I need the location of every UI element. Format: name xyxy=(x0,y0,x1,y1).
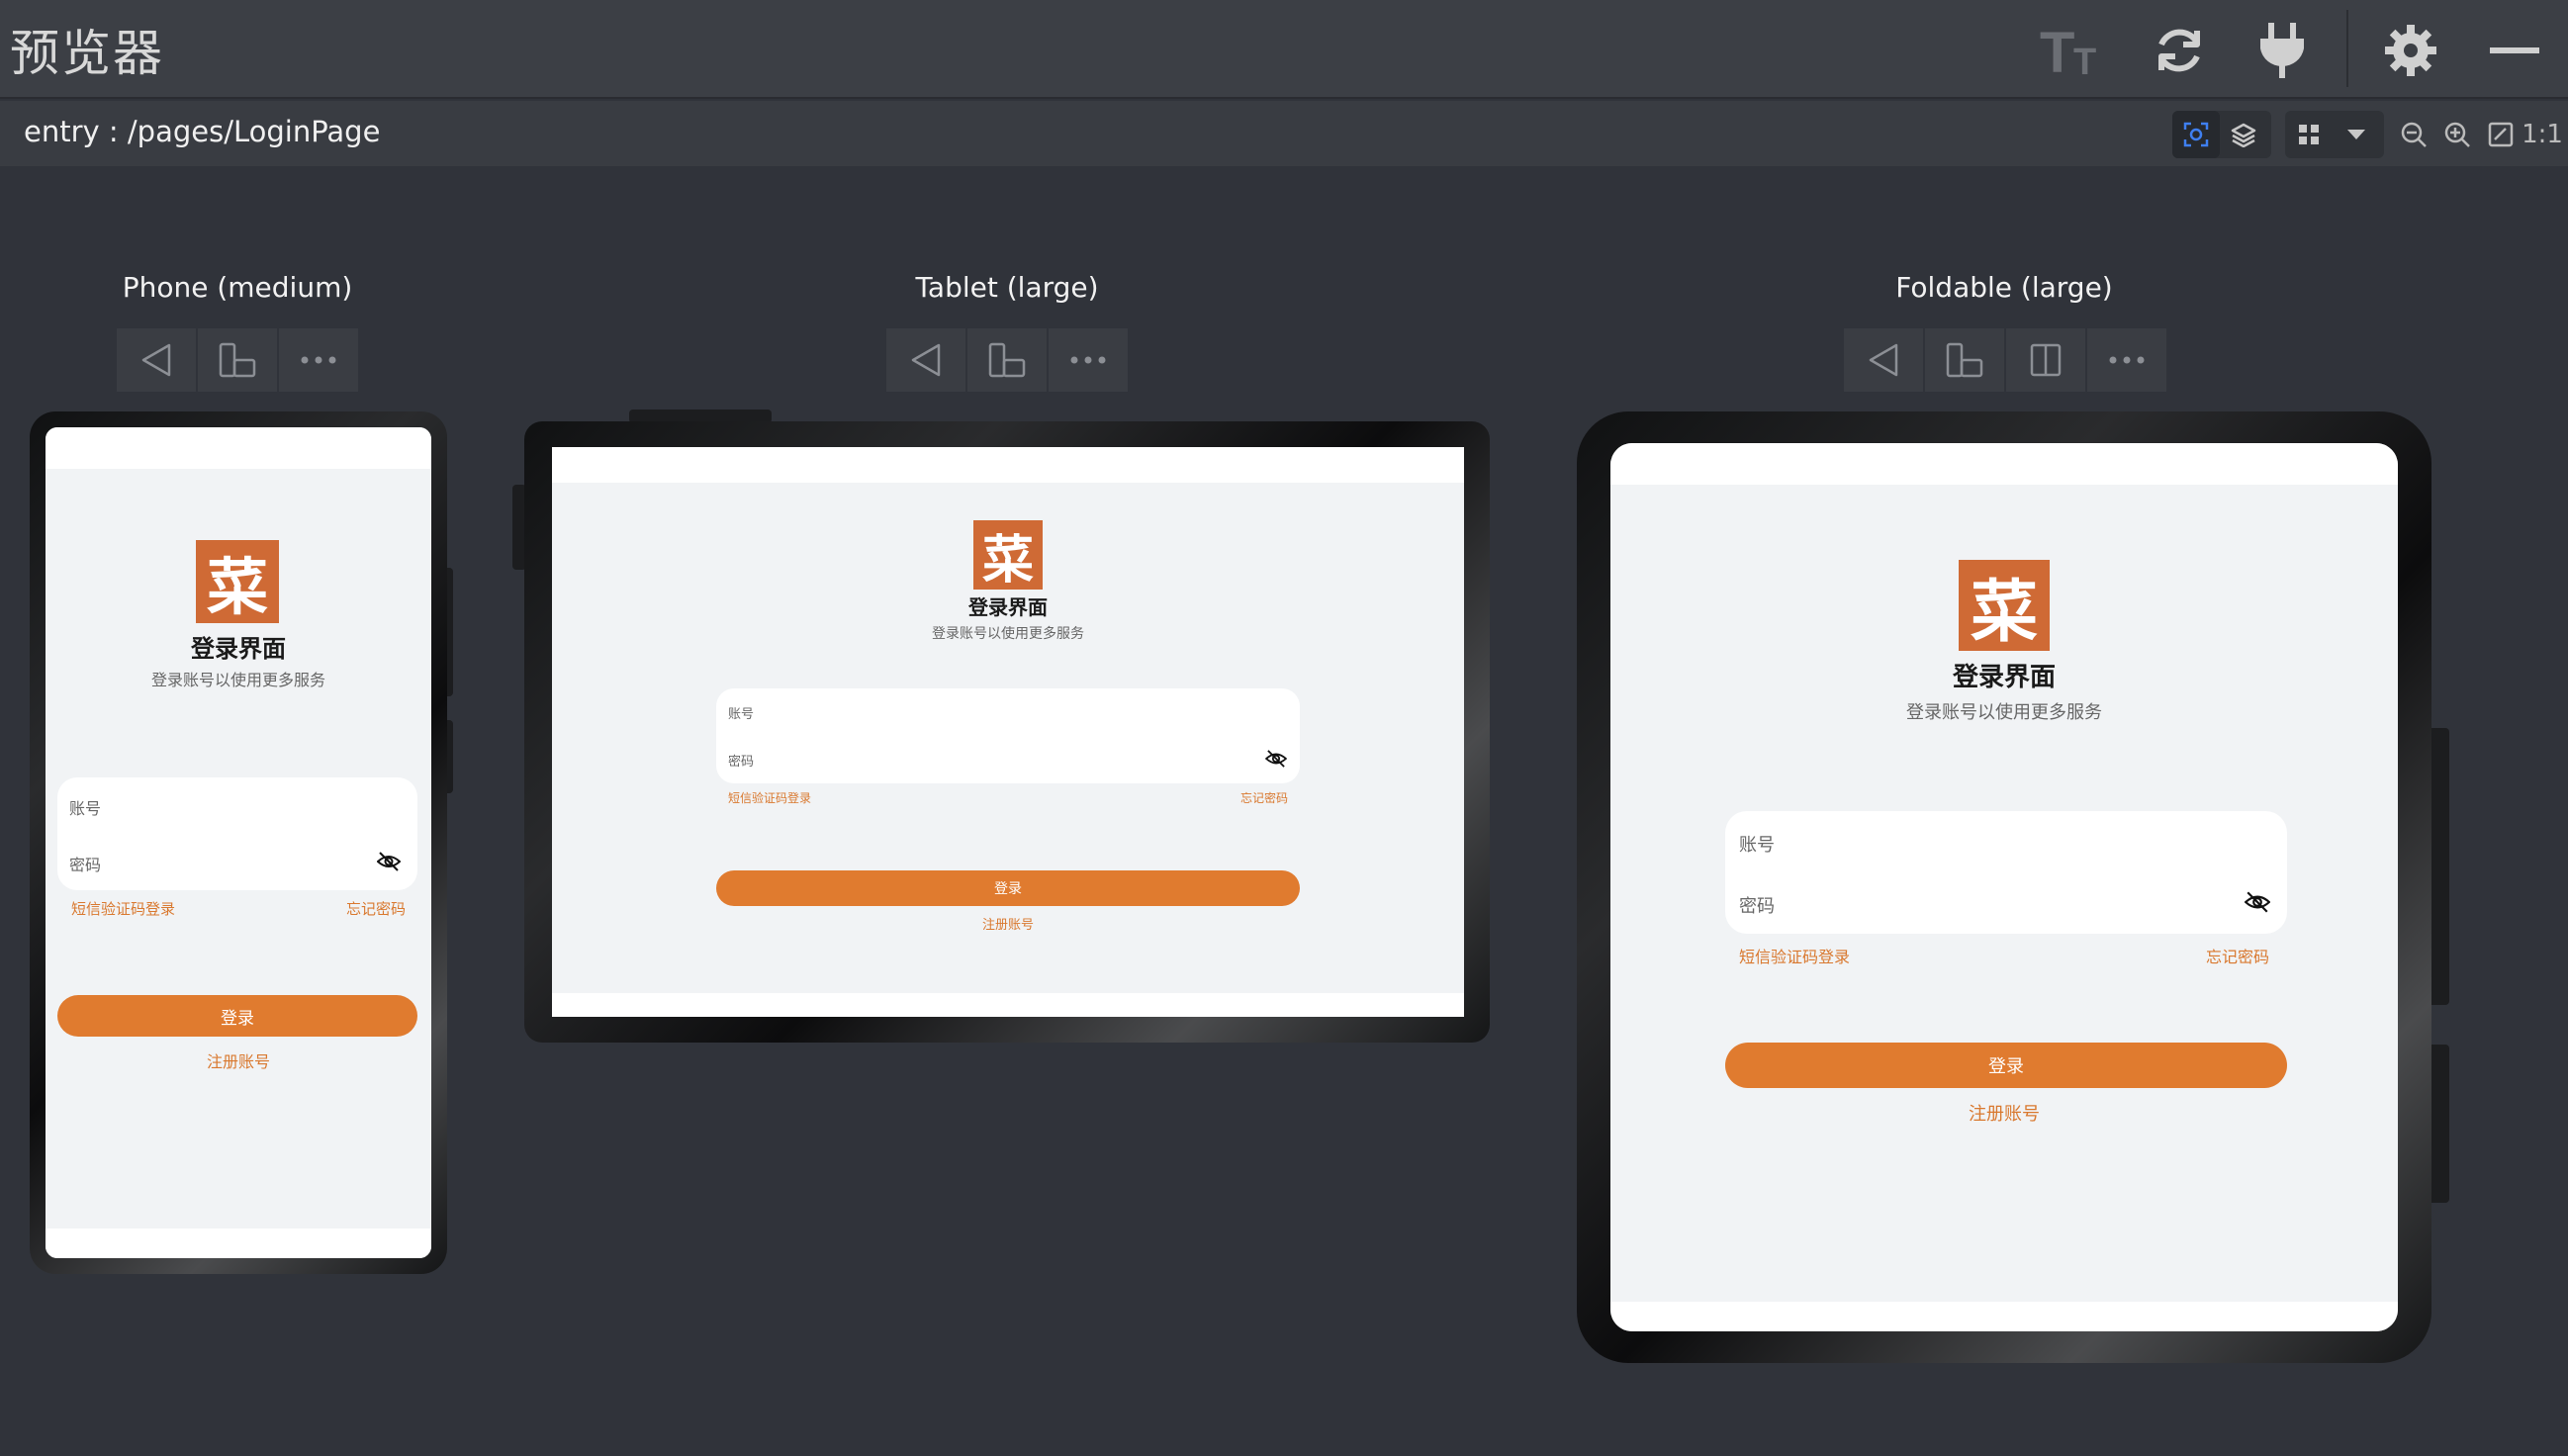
login-form: 账号 密码 xyxy=(57,777,417,890)
tablet-screen: 菜 登录界面 登录账号以使用更多服务 账号 密码 短信验证码登录 忘记密码 登录… xyxy=(552,447,1464,1017)
account-field[interactable]: 账号 xyxy=(716,688,1300,736)
password-field[interactable]: 密码 xyxy=(716,736,1300,783)
login-button[interactable]: 登录 xyxy=(1725,1043,2287,1088)
password-field[interactable]: 密码 xyxy=(57,834,417,890)
tablet-frame: 菜 登录界面 登录账号以使用更多服务 账号 密码 短信验证码登录 忘记密码 登录… xyxy=(524,421,1490,1043)
account-placeholder: 账号 xyxy=(1739,835,1775,856)
login-title: 登录界面 xyxy=(968,595,1048,619)
phone-nav-bar xyxy=(46,1228,431,1258)
password-placeholder: 密码 xyxy=(728,755,755,770)
register-link[interactable]: 注册账号 xyxy=(552,914,1464,933)
foldable-nav-bar xyxy=(1610,1302,2398,1331)
foldable-toolbar xyxy=(1844,328,2168,392)
phone-toolbar xyxy=(117,328,360,392)
inspect-component-button[interactable] xyxy=(2172,111,2220,158)
sms-login-link[interactable]: 短信验证码登录 xyxy=(71,898,175,919)
font-size-icon[interactable]: TT xyxy=(2038,14,2111,87)
multi-device-icon[interactable] xyxy=(2285,111,2333,158)
page-path: entry : /pages/LoginPage xyxy=(24,115,381,148)
gear-icon[interactable] xyxy=(2374,14,2447,87)
layout-toggle-group xyxy=(2285,111,2384,158)
app-logo: 菜 xyxy=(196,540,279,623)
login-title: 登录界面 xyxy=(1952,663,2056,692)
forgot-password-link[interactable]: 忘记密码 xyxy=(346,898,406,919)
login-subtitle: 登录账号以使用更多服务 xyxy=(932,626,1084,642)
fit-screen-icon[interactable] xyxy=(2477,111,2524,158)
phone-frame: 菜 登录界面 登录账号以使用更多服务 账号 密码 短信验证码登录 忘记密码 登录… xyxy=(30,411,447,1274)
login-form: 账号 密码 xyxy=(716,688,1300,783)
previewer-window: 预览器 TT entry : /pages/LoginPage 1:1 Phon… xyxy=(0,0,2568,1456)
app-logo: 菜 xyxy=(973,520,1043,591)
foldable-frame: 菜 登录界面 登录账号以使用更多服务 账号 密码 短信验证码登录 忘记密码 登录… xyxy=(1577,411,2431,1363)
tablet-nav-bar xyxy=(552,993,1464,1017)
login-subtitle: 登录账号以使用更多服务 xyxy=(150,671,325,689)
foldable-status-bar xyxy=(1610,443,2398,485)
register-link[interactable]: 注册账号 xyxy=(46,1048,431,1072)
ratio-label: 1:1 xyxy=(2522,120,2563,149)
foldable-screen: 菜 登录界面 登录账号以使用更多服务 账号 密码 短信验证码登录 忘记密码 登录… xyxy=(1610,443,2398,1331)
login-button[interactable]: 登录 xyxy=(57,995,417,1037)
device-label-foldable: Foldable (large) xyxy=(1895,271,2113,304)
title-bar: 预览器 TT xyxy=(0,0,2568,99)
device-label-phone: Phone (medium) xyxy=(122,271,353,304)
sms-login-link[interactable]: 短信验证码登录 xyxy=(728,789,811,806)
forgot-password-link[interactable]: 忘记密码 xyxy=(2206,944,2269,967)
eye-off-icon[interactable] xyxy=(1264,748,1288,770)
actual-size-button[interactable]: 1:1 xyxy=(2519,111,2566,158)
account-placeholder: 账号 xyxy=(69,799,102,818)
svg-text:T: T xyxy=(2073,42,2096,78)
app-logo: 菜 xyxy=(1959,560,2050,652)
sms-login-link[interactable]: 短信验证码登录 xyxy=(1739,944,1850,967)
account-field[interactable]: 账号 xyxy=(1725,811,2287,872)
path-bar: entry : /pages/LoginPage 1:1 xyxy=(0,101,2568,166)
login-button[interactable]: 登录 xyxy=(716,870,1300,906)
toolbar-separator xyxy=(2346,10,2348,87)
plug-icon[interactable] xyxy=(2246,14,2319,87)
minimize-icon[interactable] xyxy=(2478,14,2551,87)
foldable-back-icon[interactable] xyxy=(1844,328,1923,392)
tablet-more-icon[interactable] xyxy=(1049,328,1128,392)
eye-off-icon[interactable] xyxy=(376,850,402,873)
password-placeholder: 密码 xyxy=(69,856,102,874)
forgot-password-link[interactable]: 忘记密码 xyxy=(1240,789,1288,806)
tablet-back-icon[interactable] xyxy=(886,328,965,392)
foldable-rotate-icon[interactable] xyxy=(1925,328,2004,392)
device-label-tablet: Tablet (large) xyxy=(915,271,1099,304)
account-field[interactable]: 账号 xyxy=(57,777,417,834)
phone-status-bar xyxy=(46,427,431,469)
chevron-down-icon[interactable] xyxy=(2333,111,2380,158)
svg-text:T: T xyxy=(2040,23,2074,78)
account-placeholder: 账号 xyxy=(728,707,755,722)
phone-screen: 菜 登录界面 登录账号以使用更多服务 账号 密码 短信验证码登录 忘记密码 登录… xyxy=(46,427,431,1258)
password-field[interactable]: 密码 xyxy=(1725,872,2287,934)
eye-off-icon[interactable] xyxy=(2244,890,2271,914)
login-subtitle: 登录账号以使用更多服务 xyxy=(1906,702,2102,723)
layers-button[interactable] xyxy=(2220,111,2267,158)
phone-back-icon[interactable] xyxy=(117,328,196,392)
foldable-more-icon[interactable] xyxy=(2087,328,2166,392)
refresh-icon[interactable] xyxy=(2143,14,2216,87)
phone-rotate-icon[interactable] xyxy=(198,328,277,392)
login-form: 账号 密码 xyxy=(1725,811,2287,934)
password-placeholder: 密码 xyxy=(1739,896,1775,917)
fold-toggle-icon[interactable] xyxy=(2006,328,2085,392)
tablet-rotate-icon[interactable] xyxy=(967,328,1047,392)
tablet-status-bar xyxy=(552,447,1464,483)
zoom-out-icon[interactable] xyxy=(2390,111,2437,158)
inspector-toggle-group xyxy=(2172,111,2271,158)
phone-more-icon[interactable] xyxy=(279,328,358,392)
login-title: 登录界面 xyxy=(191,635,286,663)
app-title: 预览器 xyxy=(10,25,164,82)
zoom-in-icon[interactable] xyxy=(2433,111,2481,158)
tablet-toolbar xyxy=(886,328,1130,392)
register-link[interactable]: 注册账号 xyxy=(1610,1100,2398,1126)
